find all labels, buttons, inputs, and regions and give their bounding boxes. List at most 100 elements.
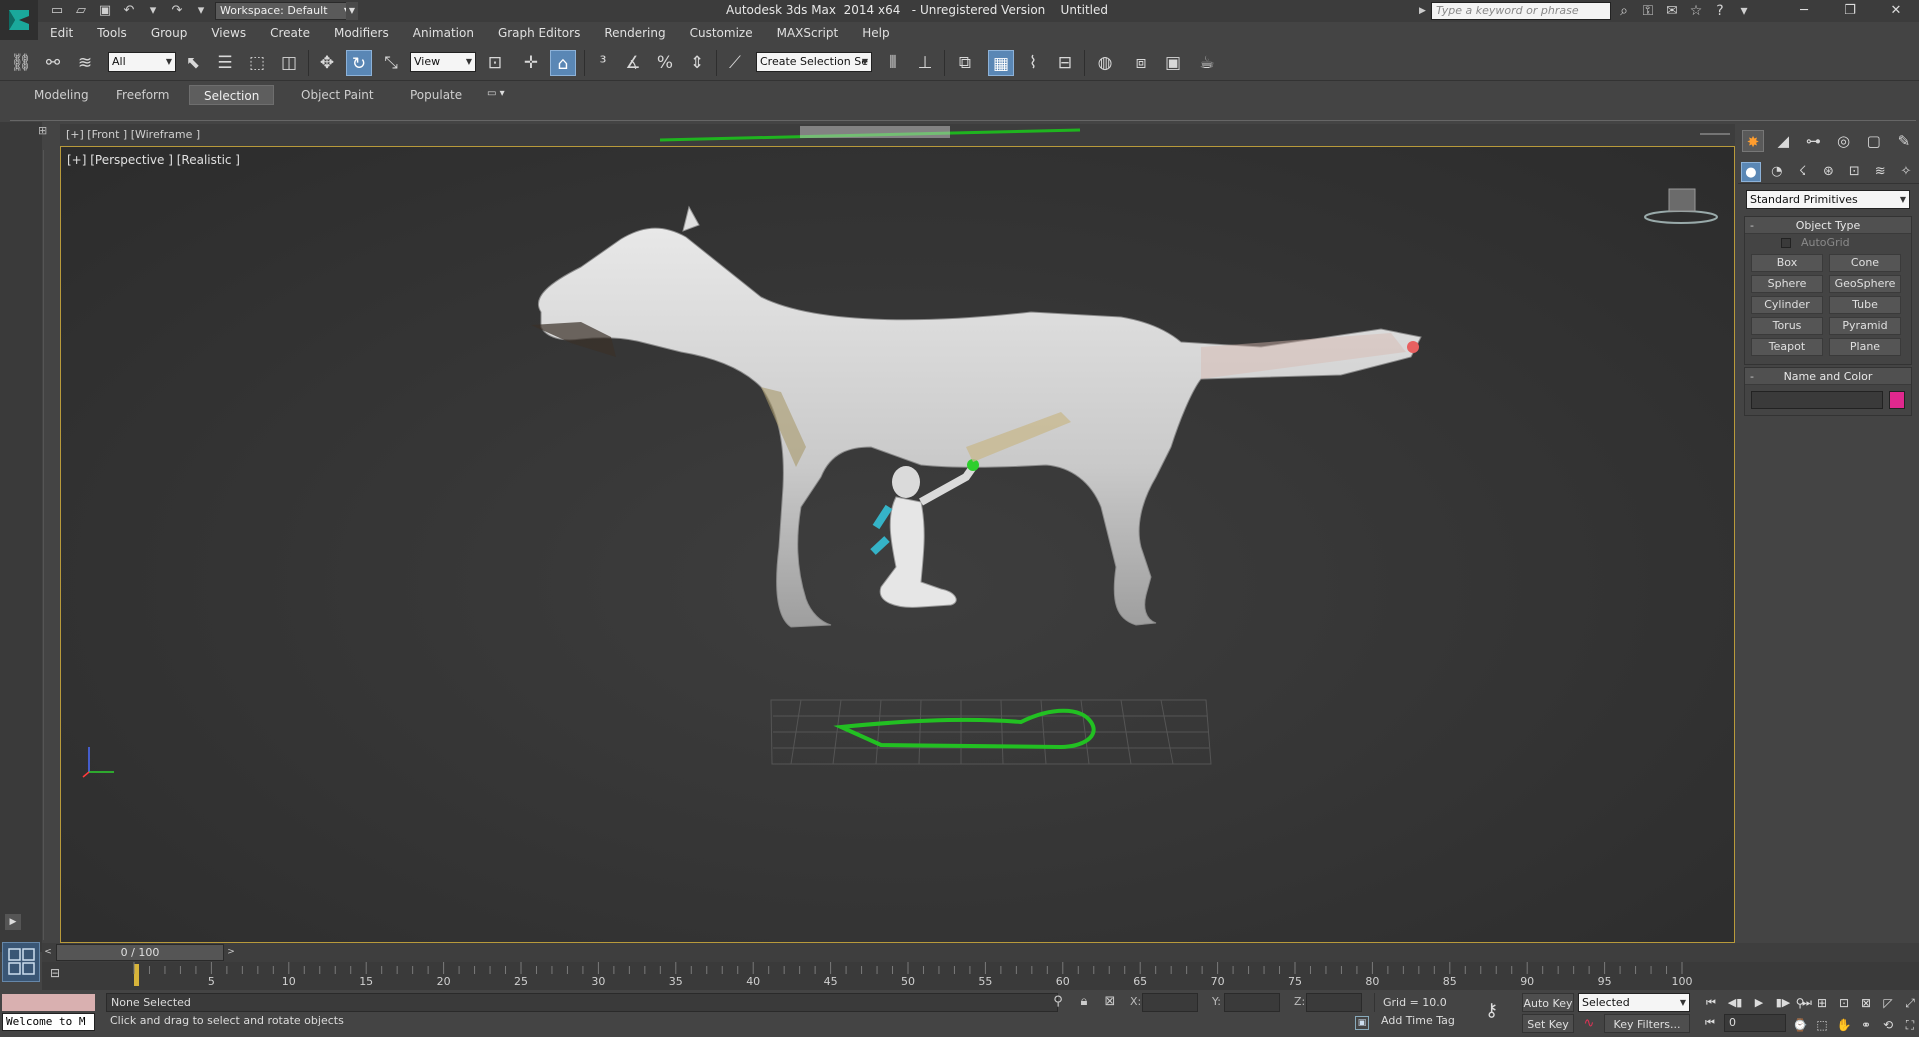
zoom-icon[interactable]: ⚲: [1790, 993, 1810, 1013]
menu-edit[interactable]: Edit: [38, 22, 85, 44]
expand-layout-tab-icon[interactable]: ▶: [5, 914, 21, 930]
tube-button[interactable]: Tube: [1829, 296, 1901, 314]
key-mode-dropdown[interactable]: Selected ▼: [1578, 993, 1690, 1012]
cone-button[interactable]: Cone: [1829, 254, 1901, 272]
binoculars-icon[interactable]: ⌕: [1614, 2, 1634, 20]
angle-snap-icon[interactable]: ∡: [620, 50, 646, 76]
reference-coordinate-dropdown[interactable]: View ▼: [410, 52, 476, 72]
select-and-manipulate-icon[interactable]: ✛: [518, 50, 544, 76]
teapot-button[interactable]: Teapot: [1751, 338, 1823, 356]
viewport-layout-tab-button[interactable]: [2, 942, 40, 982]
render-production-icon[interactable]: ☕: [1194, 50, 1220, 76]
geosphere-button[interactable]: GeoSphere: [1829, 275, 1901, 293]
mini-curve-editor-icon[interactable]: ⊟: [50, 966, 72, 986]
curve-editor-icon[interactable]: ⌇: [1020, 50, 1046, 76]
maximize-viewport-icon[interactable]: ⤢: [1900, 993, 1919, 1013]
menu-group[interactable]: Group: [139, 22, 200, 44]
auto-key-button[interactable]: Auto Key: [1522, 993, 1574, 1012]
select-and-move-icon[interactable]: ✥: [314, 50, 340, 76]
object-type-header[interactable]: - Object Type: [1745, 217, 1911, 234]
autogrid-checkbox[interactable]: [1781, 238, 1791, 248]
select-and-scale-icon[interactable]: ⤡: [378, 50, 404, 76]
primitive-category-dropdown[interactable]: Standard Primitives ▼: [1746, 190, 1910, 209]
align-icon[interactable]: ⊥: [912, 50, 938, 76]
create-panel-icon[interactable]: ✸: [1742, 130, 1765, 152]
menu-rendering[interactable]: Rendering: [592, 22, 677, 44]
pyramid-button[interactable]: Pyramid: [1829, 317, 1901, 335]
absolute-mode-transform-icon[interactable]: ⊠: [1102, 992, 1118, 1012]
orbit-icon[interactable]: ⟲: [1878, 1015, 1898, 1035]
menu-modifiers[interactable]: Modifiers: [322, 22, 401, 44]
tab-modeling[interactable]: Modeling: [20, 85, 103, 105]
viewport-layout-icon[interactable]: ⊞: [38, 124, 54, 140]
menu-create[interactable]: Create: [258, 22, 322, 44]
graphite-modeling-tools-icon[interactable]: ▦: [988, 50, 1014, 76]
spinner-snap-icon[interactable]: ⇕: [684, 50, 710, 76]
modify-panel-icon[interactable]: ◢: [1772, 130, 1794, 152]
zoom-all-icon[interactable]: ⊞: [1812, 993, 1832, 1013]
maxscript-mini-listener-input[interactable]: Welcome to M: [2, 1013, 95, 1031]
material-editor-icon[interactable]: ◍: [1092, 50, 1118, 76]
select-object-icon[interactable]: ⬉: [180, 50, 206, 76]
render-setup-icon[interactable]: ⧈: [1128, 50, 1154, 76]
restore-button[interactable]: ❐: [1827, 0, 1873, 22]
zoom-region-icon[interactable]: ⬚: [1812, 1015, 1832, 1035]
viewcube[interactable]: [1641, 185, 1721, 230]
selection-filter-dropdown[interactable]: All ▼: [108, 52, 176, 72]
favorites-star-icon[interactable]: ☆: [1686, 2, 1706, 20]
cameras-icon[interactable]: ⊛: [1818, 162, 1838, 182]
shapes-icon[interactable]: ◔: [1767, 162, 1787, 182]
previous-frame-arrow-icon[interactable]: <: [42, 945, 54, 960]
tab-selection[interactable]: Selection: [189, 85, 275, 105]
open-file-icon[interactable]: ▱: [72, 2, 90, 20]
layer-manager-icon[interactable]: ⧉: [952, 50, 978, 76]
time-slider-thumb[interactable]: 0 / 100: [56, 944, 224, 961]
keyboard-shortcut-override-icon[interactable]: ⌂: [550, 50, 576, 76]
current-frame-field[interactable]: 0: [1724, 1014, 1786, 1032]
help-icon[interactable]: ?: [1710, 2, 1730, 20]
menu-maxscript[interactable]: MAXScript: [765, 22, 851, 44]
select-and-rotate-icon[interactable]: ↻: [346, 50, 372, 76]
perspective-viewport[interactable]: [+] [Perspective ] [Realistic ]: [60, 146, 1735, 943]
rendered-frame-window-icon[interactable]: ▣: [1160, 50, 1186, 76]
menu-animation[interactable]: Animation: [401, 22, 486, 44]
sphere-button[interactable]: Sphere: [1751, 275, 1823, 293]
add-time-tag-button[interactable]: Add Time Tag: [1381, 1014, 1455, 1027]
menu-graph-editors[interactable]: Graph Editors: [486, 22, 592, 44]
time-configuration-icon[interactable]: ⌚: [1790, 1015, 1810, 1035]
track-bar[interactable]: ⊟ 5 10 15 20 25 30 35 40 45 50 55 60 65 70 75 80 85 90 95 1…: [42, 962, 1919, 990]
utilities-panel-icon[interactable]: ✎: [1893, 130, 1915, 152]
menu-tools[interactable]: Tools: [85, 22, 139, 44]
key-filters-button[interactable]: Key Filters...: [1604, 1014, 1690, 1033]
object-color-swatch[interactable]: [1889, 391, 1905, 409]
field-of-view-icon[interactable]: ◸: [1878, 993, 1898, 1013]
cylinder-button[interactable]: Cylinder: [1751, 296, 1823, 314]
keyword-search-input[interactable]: Type a keyword or phrase: [1431, 2, 1611, 20]
pivot-center-icon[interactable]: ⊡: [482, 50, 508, 76]
helpers-icon[interactable]: ⊡: [1844, 162, 1864, 182]
set-keys-key-icon[interactable]: ⚷: [1485, 1000, 1498, 1021]
named-selection-dropdown[interactable]: Create Selection Se ▼: [756, 52, 872, 72]
maxscript-mini-listener-output[interactable]: [2, 994, 95, 1011]
undo-dropdown-icon[interactable]: ▾: [144, 2, 162, 20]
front-viewport-label[interactable]: [+] [Front ] [Wireframe ]: [66, 128, 200, 141]
bind-to-space-warp-icon[interactable]: ≋: [72, 50, 98, 76]
window-crossing-icon[interactable]: ◫: [276, 50, 302, 76]
set-key-button[interactable]: Set Key: [1522, 1014, 1574, 1033]
z-coordinate-field[interactable]: [1306, 993, 1362, 1012]
torus-button[interactable]: Torus: [1751, 317, 1823, 335]
display-panel-icon[interactable]: ▢: [1863, 130, 1885, 152]
menu-views[interactable]: Views: [199, 22, 258, 44]
save-file-icon[interactable]: ▣: [96, 2, 114, 20]
hierarchy-panel-icon[interactable]: ⊶: [1802, 130, 1824, 152]
isolate-selection-icon[interactable]: ⚲: [1050, 992, 1066, 1012]
time-tag-icon[interactable]: ▣: [1355, 1016, 1369, 1030]
tab-populate[interactable]: Populate: [396, 85, 476, 105]
communication-icon[interactable]: ✉: [1662, 2, 1682, 20]
previous-frame-icon[interactable]: ◀▮: [1724, 993, 1746, 1012]
minimize-button[interactable]: ─: [1781, 0, 1827, 22]
y-coordinate-field[interactable]: [1224, 993, 1280, 1012]
name-and-color-header[interactable]: - Name and Color: [1745, 368, 1911, 385]
play-icon[interactable]: ▶: [1748, 993, 1770, 1012]
maximize-toggle-icon[interactable]: ⛶: [1900, 1015, 1919, 1035]
